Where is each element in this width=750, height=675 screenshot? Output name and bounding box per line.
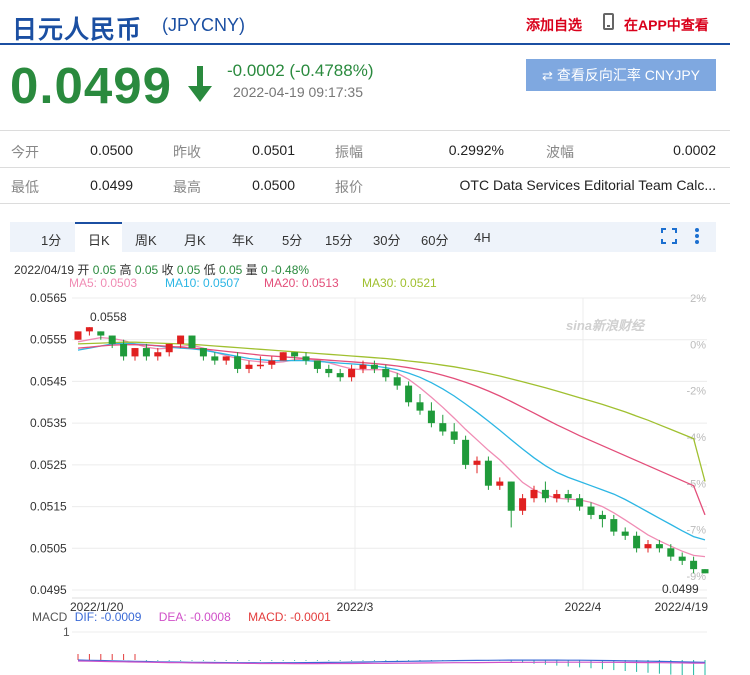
candle-body: [439, 423, 447, 432]
x-tick-label: 2022/3: [337, 600, 374, 614]
candle-body: [336, 373, 344, 378]
candle-body: [74, 331, 82, 340]
y-tick-label: 0.0525: [30, 458, 67, 472]
y-tick-label: 0.0535: [30, 416, 67, 430]
candle-body: [416, 402, 424, 411]
candle-body: [462, 439, 470, 465]
candle-body: [553, 494, 561, 499]
candle-body: [507, 481, 515, 511]
ma20-line: [77, 344, 706, 516]
candle-body: [291, 352, 299, 357]
candle-body: [325, 368, 333, 374]
right-edge-strip: [732, 0, 750, 675]
candle-body: [621, 531, 629, 536]
pct-tick-label: 2%: [690, 293, 706, 305]
pct-tick-label: -4%: [686, 432, 706, 444]
candle-body: [610, 519, 618, 532]
candle-body: [701, 569, 709, 574]
candle-body: [199, 348, 207, 357]
candle-body: [678, 556, 686, 561]
watermark-logo: sina新浪财经: [566, 318, 646, 333]
candle-body: [667, 548, 675, 557]
candle-body: [359, 364, 367, 369]
candle-body: [519, 498, 527, 511]
candle-body: [142, 348, 150, 357]
pct-tick-label: 0%: [690, 339, 706, 351]
candle-body: [564, 494, 572, 499]
candle-body: [222, 356, 230, 361]
candle-body: [313, 360, 321, 369]
ma30-line: [77, 341, 706, 482]
candle-body: [154, 352, 162, 357]
candle-body: [427, 410, 435, 424]
x-tick-label: 2022/4: [565, 600, 602, 614]
y-tick-label: 0.0565: [30, 291, 67, 305]
candle-body: [382, 368, 390, 378]
candle-body: [97, 331, 105, 336]
candle-body: [211, 356, 219, 361]
candle-body: [576, 498, 584, 507]
candle-body: [188, 335, 196, 349]
y-tick-label: 0.0505: [30, 541, 67, 555]
candlestick-chart: 0.0565 0.0555 0.0545 0.0535 0.0525 0.0515 0.05…: [30, 291, 709, 675]
candle-body: [165, 343, 173, 353]
candle-body: [131, 348, 139, 357]
candle-body: [541, 489, 549, 499]
candle-body: [85, 327, 93, 332]
candle-body: [655, 544, 663, 549]
candle-body: [690, 560, 698, 570]
candle-body: [393, 377, 401, 386]
x-tick-label: 2022/1/20: [70, 600, 124, 614]
candle-body: [496, 481, 504, 486]
candle-body: [108, 335, 116, 344]
ma10-line: [77, 342, 706, 541]
candle-body: [302, 356, 310, 361]
candle-body: [120, 343, 128, 357]
candle-body: [370, 364, 378, 369]
y-tick-label: 0.0515: [30, 500, 67, 514]
y-tick-label: 0.0495: [30, 583, 67, 597]
candle-body: [598, 514, 606, 520]
candle-body: [633, 535, 641, 549]
max-value-label: 0.0558: [90, 310, 127, 324]
candle-body: [256, 364, 264, 367]
candle-body: [279, 352, 287, 361]
candle-body: [644, 544, 652, 549]
candle-body: [177, 335, 185, 344]
x-tick-label: 2022/4/19: [655, 600, 709, 614]
candle-body: [348, 368, 356, 378]
candle-body: [268, 360, 276, 365]
candle-body: [405, 385, 413, 403]
candle-body: [473, 460, 481, 465]
pct-tick-label: -2%: [686, 386, 706, 398]
candle-body: [245, 364, 253, 369]
y-tick-label: 0.0555: [30, 333, 67, 347]
candle-body: [234, 356, 242, 369]
y-tick-label: 0.0545: [30, 374, 67, 388]
candle-body: [587, 506, 595, 515]
min-value-label: 0.0499: [662, 582, 699, 596]
candle-body: [530, 489, 538, 499]
candle-body: [484, 460, 492, 486]
candle-body: [450, 431, 458, 440]
